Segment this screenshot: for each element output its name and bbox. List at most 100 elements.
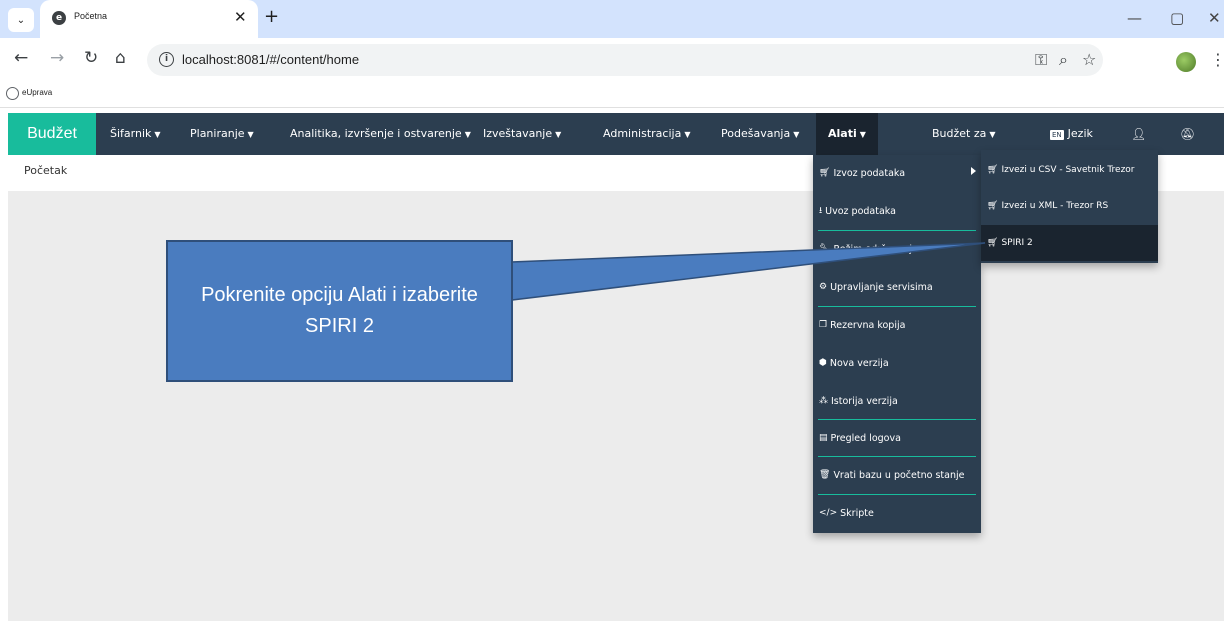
cogs-icon: ⚙ [819,282,828,292]
nav-podesavanja[interactable]: Podešavanja ▼ [721,113,799,155]
alati-dropdown-menu: 🛒︎ Izvoz podataka ⭳ Uvoz podataka 🔧︎ Režim … [813,155,981,533]
profile-avatar[interactable] [1176,52,1196,72]
callout-text: Pokrenite opciju Alati i izaberite SPIRI… [201,284,478,337]
caret-down-icon: ▼ [684,130,691,139]
maximize-button[interactable]: ▢ [1170,9,1184,27]
menu-item-skripte[interactable]: </> Skripte [813,495,981,531]
info-icon[interactable]: i [159,52,174,67]
app-navbar: Budžet Šifarnik ▼ Planiranje ▼ Analitika, … [8,113,1224,155]
code-icon: </> [819,508,838,518]
zoom-icon[interactable]: ⌕ [1059,50,1068,70]
minimize-button[interactable]: — [1127,9,1142,27]
nav-sifarnik[interactable]: Šifarnik ▼ [110,113,161,155]
menu-item-logovi[interactable]: ▤ Pregled logova [813,420,981,456]
caret-down-icon: ▼ [859,130,866,139]
menu-item-label: Vrati bazu u početno stanje [833,469,965,481]
nav-label: Administracija [603,127,682,140]
caret-down-icon: ▼ [989,130,996,139]
izvoz-submenu: 🛒︎ Izvezi u CSV - Savetnik Trezor 🛒︎ Izvez… [981,150,1158,263]
menu-item-nova-verzija[interactable]: ⬢ Nova verzija [813,345,981,381]
submenu-item-csv[interactable]: 🛒︎ Izvezi u CSV - Savetnik Trezor [981,152,1158,188]
nav-alati[interactable]: Alati ▼ [816,113,878,155]
tab-list-button[interactable]: ⌄ [8,8,34,32]
submenu-item-spiri2[interactable]: 🛒︎ SPIRI 2 [981,225,1158,261]
reload-icon[interactable]: ↻ [84,48,98,68]
kebab-menu-icon[interactable]: ⋮ [1210,50,1224,69]
caret-down-icon: ▼ [555,130,562,139]
star-icon[interactable]: ☆ [1082,50,1096,69]
address-bar[interactable]: i localhost:8081/#/content/home ⚿ ⌕ ☆ [147,44,1103,76]
forward-arrow-icon[interactable]: → [50,48,64,68]
cart-icon: 🛒︎ [987,165,999,175]
chevron-down-icon: ⌄ [16,14,26,26]
menu-item-label: Nova verzija [829,357,889,369]
cubes-icon: ⁂ [819,396,828,406]
submenu-item-xml[interactable]: 🛒︎ Izvezi u XML - Trezor RS [981,188,1158,224]
cube-icon: ⬢ [819,358,827,368]
menu-item-istorija[interactable]: ⁂ Istorija verzija [813,383,981,419]
nav-jezik[interactable]: EN Jezik [1050,113,1093,155]
menu-item-label: Upravljanje servisima [830,281,933,293]
submenu-item-label: SPIRI 2 [1001,238,1033,248]
menu-item-label: Pregled logova [830,432,901,444]
back-arrow-icon[interactable]: ← [14,48,28,68]
cart-icon: 🛒︎ [987,238,999,248]
language-icon: EN [1050,130,1064,140]
menu-item-vrati-bazu[interactable]: 🗑︎ Vrati bazu u početno stanje [813,457,981,493]
browser-toolbar: ← → ↻ ⌂ i localhost:8081/#/content/home … [0,38,1224,82]
caret-down-icon: ▼ [464,130,471,139]
submenu-arrow-icon [971,167,976,175]
close-window-button[interactable]: ✕ [1208,9,1221,27]
bookmark-icon[interactable] [6,87,19,100]
menu-item-label: Režim održavanja [833,243,918,255]
menu-item-label: Uvoz podataka [825,205,896,217]
new-tab-button[interactable]: + [264,6,279,27]
nav-label: Planiranje [190,127,245,140]
home-icon[interactable]: ⌂ [115,48,126,68]
caret-down-icon: ▼ [247,130,254,139]
nav-label: Podešavanja [721,127,791,140]
submenu-item-label: Izvezi u CSV - Savetnik Trezor [1001,165,1135,175]
caret-down-icon: ▼ [793,130,800,139]
bookmark-euprava[interactable]: eUprava [22,88,52,97]
nav-label: Alati [828,127,857,140]
browser-tab[interactable]: e Početna ✕ [40,0,258,38]
nav-budzet-za[interactable]: Budžet za ▼ [932,113,996,155]
key-icon[interactable]: ⚿ [1035,50,1047,70]
download-icon: ⭳ [819,206,823,216]
nav-label: Jezik [1067,127,1093,140]
submenu-item-label: Izvezi u XML - Trezor RS [1001,201,1109,211]
menu-item-rezervna-kopija[interactable]: ❐ Rezervna kopija [813,307,981,343]
bookmarks-bar: eUprava [0,82,1224,108]
menu-item-label: Izvoz podataka [833,167,906,179]
cart-icon: 🛒︎ [819,168,831,178]
instruction-callout: Pokrenite opciju Alati i izaberite SPIRI… [166,240,513,382]
menu-item-rezim[interactable]: 🔧︎ Režim održavanja [813,231,981,267]
favicon-icon: e [52,11,66,25]
nav-administracija[interactable]: Administracija ▼ [603,113,690,155]
cart-icon: 🛒︎ [987,201,999,211]
wrench-icon: 🔧︎ [819,244,831,254]
nav-planiranje[interactable]: Planiranje ▼ [190,113,254,155]
brand-logo[interactable]: Budžet [8,113,96,155]
menu-item-uvoz[interactable]: ⭳ Uvoz podataka [813,193,981,229]
nav-label: Šifarnik [110,127,152,140]
url-text[interactable]: localhost:8081/#/content/home [182,52,359,67]
browser-tab-strip: ⌄ e Početna ✕ + — ▢ ✕ [0,0,1224,38]
menu-item-label: Skripte [840,507,874,519]
menu-item-servisi[interactable]: ⚙ Upravljanje servisima [813,269,981,305]
menu-item-label: Rezervna kopija [830,319,906,331]
menu-item-izvoz[interactable]: 🛒︎ Izvoz podataka [813,155,981,191]
nav-izvestavanje[interactable]: Izveštavanje ▼ [483,113,561,155]
notifications-off-icon[interactable]: 🔕︎ [1180,113,1195,155]
tab-close-icon[interactable]: ✕ [234,8,247,26]
menu-item-label: Istorija verzija [831,395,898,407]
breadcrumb-home[interactable]: Početak [24,164,67,177]
copy-icon: ❐ [819,320,828,330]
nav-label: Budžet za [932,127,987,140]
caret-down-icon: ▼ [154,130,161,139]
user-icon[interactable]: 👤︎ [1131,113,1146,155]
nav-label: Izveštavanje [483,127,553,140]
nav-analitika[interactable]: Analitika, izvršenje i ostvarenje ▼ [290,113,471,155]
clipboard-icon: ▤ [819,433,828,443]
